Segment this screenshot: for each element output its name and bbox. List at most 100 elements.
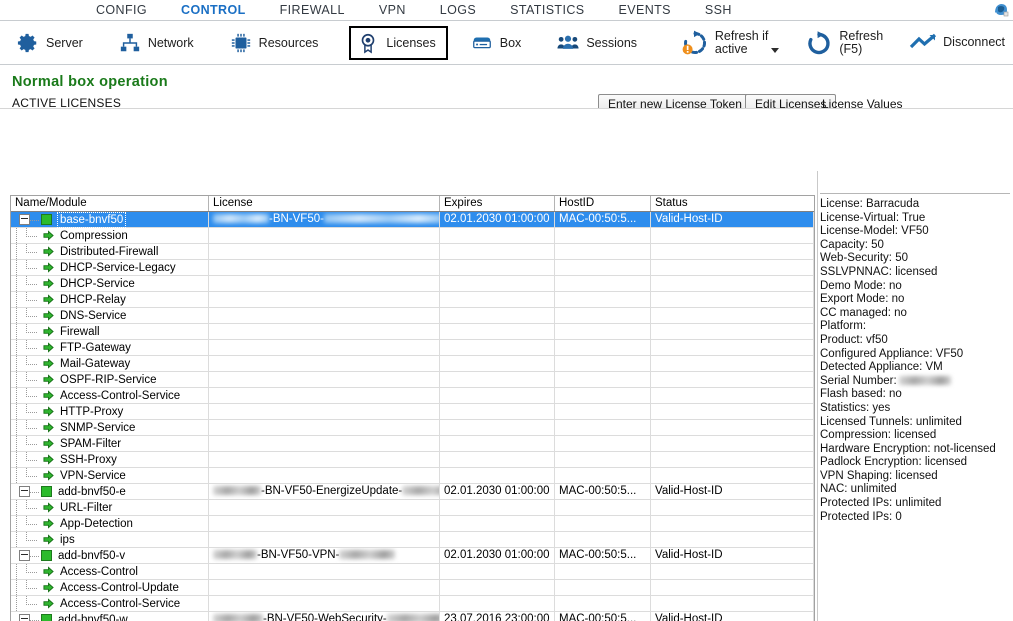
table-row[interactable]: DHCP-Relay <box>11 291 814 308</box>
tree-collapse-toggle[interactable] <box>19 550 30 561</box>
tree-collapse-toggle[interactable] <box>19 486 30 497</box>
table-row[interactable]: Compression <box>11 227 814 244</box>
cell-name-module[interactable]: base-bnvf50 <box>11 211 209 228</box>
table-row[interactable]: App-Detection <box>11 515 814 532</box>
table-row[interactable]: Access-Control-Service <box>11 387 814 404</box>
cell-name-module[interactable]: Access-Control-Update <box>11 579 209 596</box>
cell-name-module[interactable]: DHCP-Service <box>11 275 209 292</box>
tree-collapse-toggle[interactable] <box>19 214 30 225</box>
cell-name-module[interactable]: Firewall <box>11 323 209 340</box>
nav-tab-control[interactable]: CONTROL <box>181 3 246 17</box>
table-row[interactable]: add-bnvf50-v -BN-VF50-VPN- 02.01.2030 01:0… <box>11 547 814 564</box>
cell-status <box>651 291 814 308</box>
table-row[interactable]: Access-Control-Update <box>11 579 814 596</box>
table-row[interactable]: FTP-Gateway <box>11 339 814 356</box>
licenses-grid[interactable]: Name/Module License Expires HostID Status ba… <box>10 195 815 621</box>
table-row[interactable]: Access-Control <box>11 563 814 580</box>
cell-name-module[interactable]: DHCP-Service-Legacy <box>11 259 209 276</box>
tree-elbow-connector <box>21 435 43 452</box>
cell-name-module[interactable]: add-bnvf50-e <box>11 483 209 500</box>
cell-name-module[interactable]: Access-Control-Service <box>11 387 209 404</box>
table-row[interactable]: URL-Filter <box>11 499 814 516</box>
tree-vertical-line <box>11 499 21 516</box>
toolbar-action-refresh[interactable]: Refresh (F5) <box>805 29 883 57</box>
table-row[interactable]: SNMP-Service <box>11 419 814 436</box>
cell-name-module[interactable]: Mail-Gateway <box>11 355 209 372</box>
toolbar-button-sessions[interactable]: Sessions <box>552 29 642 57</box>
nav-tab-firewall[interactable]: FIREWALL <box>280 3 345 17</box>
cell-name-module[interactable]: Distributed-Firewall <box>11 243 209 260</box>
column-header-name-module[interactable]: Name/Module <box>11 196 209 211</box>
toolbar-action-disconnect[interactable]: Disconnect <box>909 29 1005 57</box>
cell-name-module[interactable]: HTTP-Proxy <box>11 403 209 420</box>
nav-tab-config[interactable]: CONFIG <box>96 3 147 17</box>
toolbar-button-resources[interactable]: Resources <box>225 29 324 57</box>
table-row[interactable]: OSPF-RIP-Service <box>11 371 814 388</box>
cell-name-module[interactable]: SNMP-Service <box>11 419 209 436</box>
column-header-hostid[interactable]: HostID <box>555 196 651 211</box>
table-row[interactable]: base-bnvf50 -BN-VF50- 02.01.2030 01:00:00 M… <box>11 211 814 228</box>
table-row[interactable]: Access-Control-Service <box>11 595 814 612</box>
table-row[interactable]: DHCP-Service <box>11 275 814 292</box>
cell-status <box>651 515 814 532</box>
cell-expires <box>440 307 555 324</box>
table-row[interactable]: DNS-Service <box>11 307 814 324</box>
licenses-grid-body[interactable]: base-bnvf50 -BN-VF50- 02.01.2030 01:00:00 M… <box>11 211 814 621</box>
cell-name-module[interactable]: Access-Control-Service <box>11 595 209 612</box>
app-logo-icon[interactable] <box>992 1 1010 19</box>
cell-name-module[interactable]: Access-Control <box>11 563 209 580</box>
cell-name-module[interactable]: FTP-Gateway <box>11 339 209 356</box>
cell-name-module[interactable]: URL-Filter <box>11 499 209 516</box>
nav-tab-logs[interactable]: LOGS <box>440 3 476 17</box>
nav-tab-events[interactable]: EVENTS <box>619 3 671 17</box>
table-row[interactable]: Mail-Gateway <box>11 355 814 372</box>
cell-name-module[interactable]: ips <box>11 531 209 548</box>
cell-license <box>209 499 440 516</box>
cell-status <box>651 259 814 276</box>
cell-expires <box>440 323 555 340</box>
toolbar-button-network[interactable]: Network <box>114 29 199 57</box>
toolbar-button-box[interactable]: Box <box>466 29 527 57</box>
nav-tab-ssh[interactable]: SSH <box>705 3 732 17</box>
tree-elbow-connector <box>21 419 43 436</box>
table-row[interactable]: Distributed-Firewall <box>11 243 814 260</box>
tree-elbow-connector <box>21 371 43 388</box>
table-row[interactable]: HTTP-Proxy <box>11 403 814 420</box>
table-row[interactable]: Firewall <box>11 323 814 340</box>
cell-name-module[interactable]: VPN-Service <box>11 467 209 484</box>
nav-tab-statistics[interactable]: STATISTICS <box>510 3 584 17</box>
table-row[interactable]: add-bnvf50-e -BN-VF50-EnergizeUpdate- 02.0… <box>11 483 814 500</box>
tree-collapse-toggle[interactable] <box>19 614 30 621</box>
cell-name-module[interactable]: Compression <box>11 227 209 244</box>
chevron-down-icon[interactable] <box>771 48 780 53</box>
cell-name-module[interactable]: App-Detection <box>11 515 209 532</box>
cell-name-module[interactable]: SSH-Proxy <box>11 451 209 468</box>
cell-name-module[interactable]: add-bnvf50-w <box>11 611 209 621</box>
cell-hostid <box>555 531 651 548</box>
tree-elbow-connector <box>21 387 43 404</box>
nav-tab-vpn[interactable]: VPN <box>379 3 406 17</box>
toolbar-button-server[interactable]: Server <box>12 29 88 57</box>
cell-status: Valid-Host-ID <box>651 611 814 621</box>
cell-name-module[interactable]: DNS-Service <box>11 307 209 324</box>
table-row[interactable]: VPN-Service <box>11 467 814 484</box>
cell-name-module[interactable]: SPAM-Filter <box>11 435 209 452</box>
column-header-expires[interactable]: Expires <box>440 196 555 211</box>
table-row[interactable]: DHCP-Service-Legacy <box>11 259 814 276</box>
table-row[interactable]: SPAM-Filter <box>11 435 814 452</box>
toolbar-button-licenses[interactable]: Licenses <box>349 25 448 60</box>
cell-name-module[interactable]: DHCP-Relay <box>11 291 209 308</box>
tree-elbow-connector <box>21 563 43 580</box>
toolbar-action-refresh-if[interactable]: Refresh if active <box>681 29 780 57</box>
cell-status <box>651 243 814 260</box>
column-header-status[interactable]: Status <box>651 196 814 211</box>
cell-name-module[interactable]: add-bnvf50-v <box>11 547 209 564</box>
cell-hostid <box>555 371 651 388</box>
table-row[interactable]: ips <box>11 531 814 548</box>
column-header-license[interactable]: License <box>209 196 440 211</box>
license-key-text: -BN-VF50-WebSecurity- <box>263 612 387 621</box>
table-row[interactable]: SSH-Proxy <box>11 451 814 468</box>
cell-expires: 02.01.2030 01:00:00 <box>440 483 555 500</box>
table-row[interactable]: add-bnvf50-w -BN-VF50-WebSecurity- 23.07.2… <box>11 611 814 621</box>
cell-name-module[interactable]: OSPF-RIP-Service <box>11 371 209 388</box>
